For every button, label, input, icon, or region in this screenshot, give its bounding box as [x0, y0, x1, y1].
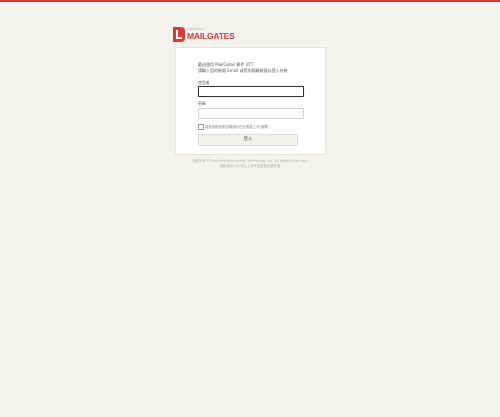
welcome-line-2: 請輸入您的帳號 Email 或您的隔離帳號以登入系統: [198, 68, 288, 73]
login-card: 歡迎使用 MailGates 郵件 UTT 請輸入您的帳號 Email 或您的隔…: [175, 47, 326, 155]
remember-me-checkbox[interactable]: [198, 124, 204, 130]
password-input[interactable]: [198, 108, 304, 119]
top-accent-bar: [0, 0, 500, 2]
mailgates-logo-icon: [173, 27, 185, 42]
account-input[interactable]: [198, 86, 304, 97]
welcome-message: 歡迎使用 MailGates 郵件 UTT 請輸入您的帳號 Email 或您的隔…: [198, 62, 288, 74]
remember-me-label: 將我的帳號和密碼儲存在此電腦上(可選擇): [205, 124, 269, 129]
login-button[interactable]: 登入: [198, 134, 298, 146]
logo-product-name: MAILGATES: [187, 31, 235, 41]
mailgates-logo: Openfind MAILGATES: [173, 26, 243, 44]
password-label: 密碼: [198, 101, 206, 106]
footer: 版權所有 © Openfind Information Technology, …: [180, 159, 320, 169]
footer-browser-note: 建議使用 IE9 或以上版本瀏覽器及解析度: [220, 164, 280, 168]
